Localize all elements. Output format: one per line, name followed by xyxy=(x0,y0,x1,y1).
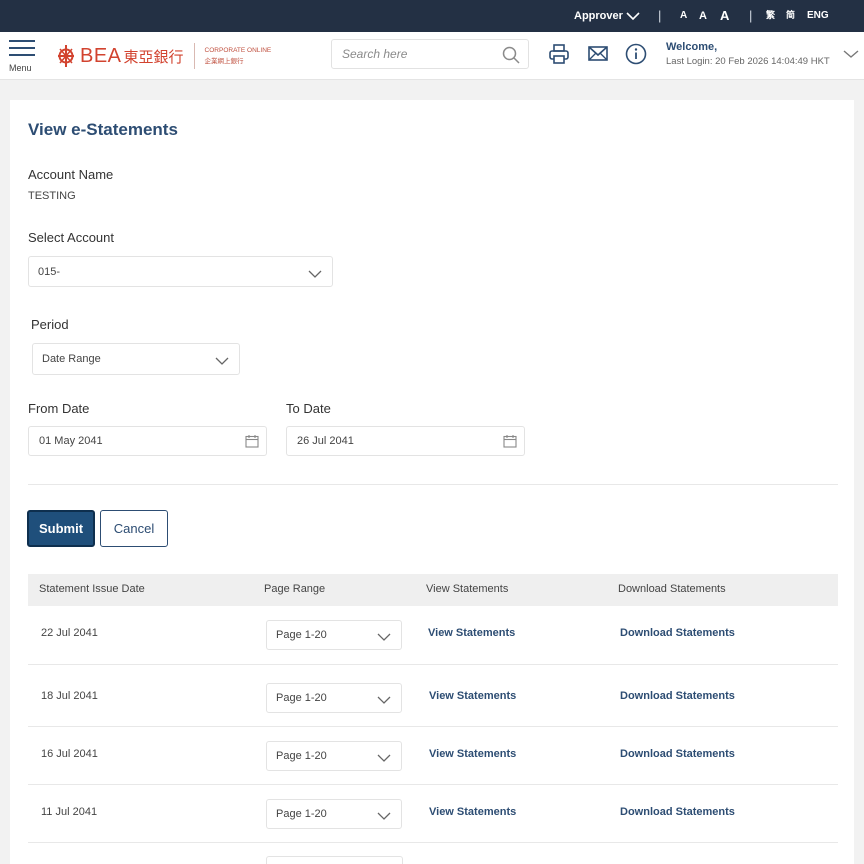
bea-emblem-icon xyxy=(56,44,76,68)
bea-logo[interactable]: BEA 東亞銀行 CORPORATE ONLINE 企業網上銀行 xyxy=(56,41,271,71)
select-account-value: 015- xyxy=(38,266,61,278)
cancel-button[interactable]: Cancel xyxy=(100,510,168,547)
col-header-view: View Statements xyxy=(426,583,509,595)
hamburger-icon-bar xyxy=(9,54,35,56)
logo-subtitle-cn: 企業網上銀行 xyxy=(204,56,244,65)
view-statements-link[interactable]: View Statements xyxy=(429,806,516,818)
lang-simplified[interactable]: 简 xyxy=(786,0,795,32)
col-header-issue-date: Statement Issue Date xyxy=(39,583,145,595)
issue-date: 22 Jul 2041 xyxy=(41,627,98,639)
chevron-down-icon xyxy=(377,808,391,826)
chevron-down-icon xyxy=(215,353,229,371)
col-header-page-range: Page Range xyxy=(264,583,326,595)
table-row: 18 Jul 2041 Page 1-20 View Statements Do… xyxy=(28,665,838,727)
page-range-value: Page 1-20 xyxy=(276,808,327,820)
to-date-box xyxy=(286,426,525,456)
page-range-dropdown[interactable] xyxy=(266,856,403,864)
print-icon[interactable] xyxy=(548,43,570,70)
page-range-value: Page 1-20 xyxy=(276,692,327,704)
info-icon[interactable] xyxy=(625,43,647,70)
page-title: View e-Statements xyxy=(28,120,178,139)
download-statements-link[interactable]: Download Statements xyxy=(620,748,735,760)
divider: | xyxy=(749,8,753,23)
period-dropdown[interactable]: Date Range xyxy=(32,343,240,375)
from-date-box xyxy=(28,426,267,456)
role-switcher[interactable]: Approver xyxy=(574,0,640,32)
chevron-down-icon[interactable] xyxy=(843,46,859,64)
account-name-value: TESTING xyxy=(28,190,76,202)
calendar-icon[interactable] xyxy=(503,434,517,453)
issue-date: 16 Jul 2041 xyxy=(41,748,98,760)
lang-english[interactable]: ENG xyxy=(807,0,829,32)
view-statements-link[interactable]: View Statements xyxy=(429,748,516,760)
from-date-label: From Date xyxy=(28,401,90,416)
table-row: 11 Jul 2041 Page 1-20 View Statements Do… xyxy=(28,785,838,843)
logo-brand: BEA xyxy=(80,44,122,67)
last-login-text: Last Login: 20 Feb 2026 14:04:49 HKT xyxy=(666,56,830,67)
top-bar: Approver | A A A | 繁 简 ENG xyxy=(0,0,864,32)
font-size-small[interactable]: A xyxy=(680,0,687,32)
hamburger-icon-bar xyxy=(9,47,35,49)
logo-divider xyxy=(193,43,195,69)
to-date-input[interactable] xyxy=(287,427,467,455)
page-range-dropdown[interactable]: Page 1-20 xyxy=(266,620,402,650)
divider: | xyxy=(658,8,662,23)
page-range-dropdown[interactable]: Page 1-20 xyxy=(266,741,402,771)
hamburger-icon xyxy=(9,40,35,42)
main-panel: View e-Statements Account Name TESTING S… xyxy=(10,100,854,864)
logo-brand-cn: 東亞銀行 xyxy=(123,47,184,66)
select-account-label: Select Account xyxy=(28,230,114,245)
menu-button[interactable]: Menu xyxy=(8,40,38,76)
table-row: 22 Jul 2041 Page 1-20 View Statements Do… xyxy=(28,606,838,665)
submit-button[interactable]: Submit xyxy=(27,510,95,547)
from-date-input[interactable] xyxy=(29,427,209,455)
welcome-panel: Welcome, Last Login: 20 Feb 2026 14:04:4… xyxy=(666,41,830,67)
header: Menu BEA 東亞銀行 CORPORATE ONLINE 企業網上銀行 Se… xyxy=(0,32,864,80)
search-box xyxy=(331,39,529,69)
logo-subtitle-en: CORPORATE ONLINE xyxy=(204,46,272,54)
role-label: Approver xyxy=(574,10,623,22)
issue-date: 11 Jul 2041 xyxy=(41,806,98,818)
select-account-dropdown[interactable]: 015- xyxy=(28,256,333,287)
page-range-value: Page 1-20 xyxy=(276,750,327,762)
font-size-medium[interactable]: A xyxy=(699,0,707,32)
download-statements-link[interactable]: Download Statements xyxy=(620,627,735,639)
page-range-dropdown[interactable]: Page 1-20 xyxy=(266,799,402,829)
chevron-down-icon xyxy=(626,10,640,22)
chevron-down-icon xyxy=(308,266,322,284)
font-size-large[interactable]: A xyxy=(720,0,729,32)
view-statements-link[interactable]: View Statements xyxy=(428,627,515,639)
col-header-download: Download Statements xyxy=(618,583,726,595)
page-range-dropdown[interactable]: Page 1-20 xyxy=(266,683,402,713)
table-row: 16 Jul 2041 Page 1-20 View Statements Do… xyxy=(28,727,838,785)
menu-label: Menu xyxy=(9,63,32,73)
chevron-down-icon xyxy=(377,629,391,647)
issue-date: 18 Jul 2041 xyxy=(41,690,98,702)
calendar-icon[interactable] xyxy=(245,434,259,453)
account-name-label: Account Name xyxy=(28,167,114,182)
mail-icon[interactable] xyxy=(587,43,609,70)
section-divider xyxy=(28,484,838,485)
page-range-value: Page 1-20 xyxy=(276,629,327,641)
to-date-label: To Date xyxy=(286,401,331,416)
table-header: Statement Issue Date Page Range View Sta… xyxy=(28,574,838,606)
chevron-down-icon xyxy=(377,692,391,710)
logo-subtitle: CORPORATE ONLINE 企業網上銀行 xyxy=(205,46,272,67)
chevron-down-icon xyxy=(377,750,391,768)
period-value: Date Range xyxy=(42,353,101,365)
download-statements-link[interactable]: Download Statements xyxy=(620,806,735,818)
search-input[interactable] xyxy=(332,40,492,68)
welcome-text: Welcome, xyxy=(666,41,718,53)
lang-traditional[interactable]: 繁 xyxy=(766,0,775,32)
download-statements-link[interactable]: Download Statements xyxy=(620,690,735,702)
period-label: Period xyxy=(31,317,69,332)
search-icon[interactable] xyxy=(502,46,520,69)
view-statements-link[interactable]: View Statements xyxy=(429,690,516,702)
